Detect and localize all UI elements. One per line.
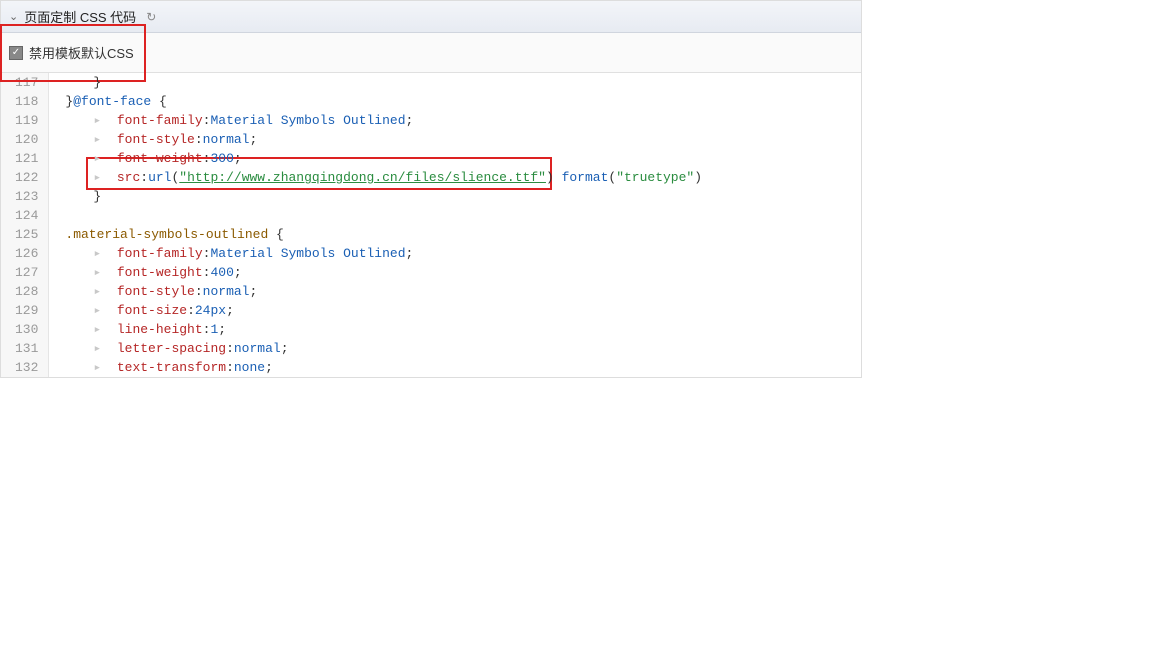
collapse-icon: ⌄ bbox=[9, 10, 18, 23]
line-number: 119 bbox=[15, 111, 38, 130]
line-number: 126 bbox=[15, 244, 38, 263]
code-line[interactable]: ▸ line-height:1; bbox=[65, 320, 861, 339]
code-line[interactable]: }@font-face { bbox=[65, 92, 861, 111]
line-number: 122 bbox=[15, 168, 38, 187]
css-panel: ⌄ 页面定制 CSS 代码 ↻ ✓ 禁用模板默认CSS 117118119120… bbox=[0, 0, 862, 378]
code-area[interactable]: }}@font-face {▸ font-family:Material Sym… bbox=[49, 73, 861, 377]
line-number: 131 bbox=[15, 339, 38, 358]
code-editor[interactable]: 1171181191201211221231241251261271281291… bbox=[1, 73, 861, 377]
refresh-icon[interactable]: ↻ bbox=[146, 10, 156, 24]
code-line[interactable]: ▸ font-style:normal; bbox=[65, 282, 861, 301]
code-line[interactable]: ▸ letter-spacing:normal; bbox=[65, 339, 861, 358]
line-number: 117 bbox=[15, 73, 38, 92]
line-number: 125 bbox=[15, 225, 38, 244]
line-number: 132 bbox=[15, 358, 38, 377]
code-line[interactable]: } bbox=[65, 73, 861, 92]
code-line[interactable]: ▸ font-family:Material Symbols Outlined; bbox=[65, 244, 861, 263]
code-line[interactable] bbox=[65, 206, 861, 225]
code-line[interactable]: ▸ font-weight:300; bbox=[65, 149, 861, 168]
disable-default-css-checkbox[interactable]: ✓ bbox=[9, 46, 23, 60]
code-line[interactable]: ▸ src:url("http://www.zhangqingdong.cn/f… bbox=[65, 168, 861, 187]
line-number: 129 bbox=[15, 301, 38, 320]
panel-title: 页面定制 CSS 代码 bbox=[24, 7, 136, 26]
code-line[interactable]: ▸ font-family:Material Symbols Outlined; bbox=[65, 111, 861, 130]
code-line[interactable]: ▸ font-size:24px; bbox=[65, 301, 861, 320]
code-line[interactable]: ▸ text-transform:none; bbox=[65, 358, 861, 377]
code-line[interactable]: } bbox=[65, 187, 861, 206]
app-container: ⌄ 页面定制 CSS 代码 ↻ ✓ 禁用模板默认CSS 117118119120… bbox=[0, 0, 1152, 378]
line-number: 128 bbox=[15, 282, 38, 301]
line-number: 118 bbox=[15, 92, 38, 111]
code-line[interactable]: ▸ font-style:normal; bbox=[65, 130, 861, 149]
line-gutter: 1171181191201211221231241251261271281291… bbox=[1, 73, 49, 377]
line-number: 121 bbox=[15, 149, 38, 168]
panel-header[interactable]: ⌄ 页面定制 CSS 代码 ↻ bbox=[1, 1, 861, 33]
code-line[interactable]: ▸ font-weight:400; bbox=[65, 263, 861, 282]
disable-default-css-row: ✓ 禁用模板默认CSS bbox=[1, 33, 861, 73]
line-number: 127 bbox=[15, 263, 38, 282]
line-number: 124 bbox=[15, 206, 38, 225]
line-number: 130 bbox=[15, 320, 38, 339]
code-line[interactable]: .material-symbols-outlined { bbox=[65, 225, 861, 244]
disable-default-css-label: 禁用模板默认CSS bbox=[29, 43, 134, 62]
line-number: 123 bbox=[15, 187, 38, 206]
line-number: 120 bbox=[15, 130, 38, 149]
